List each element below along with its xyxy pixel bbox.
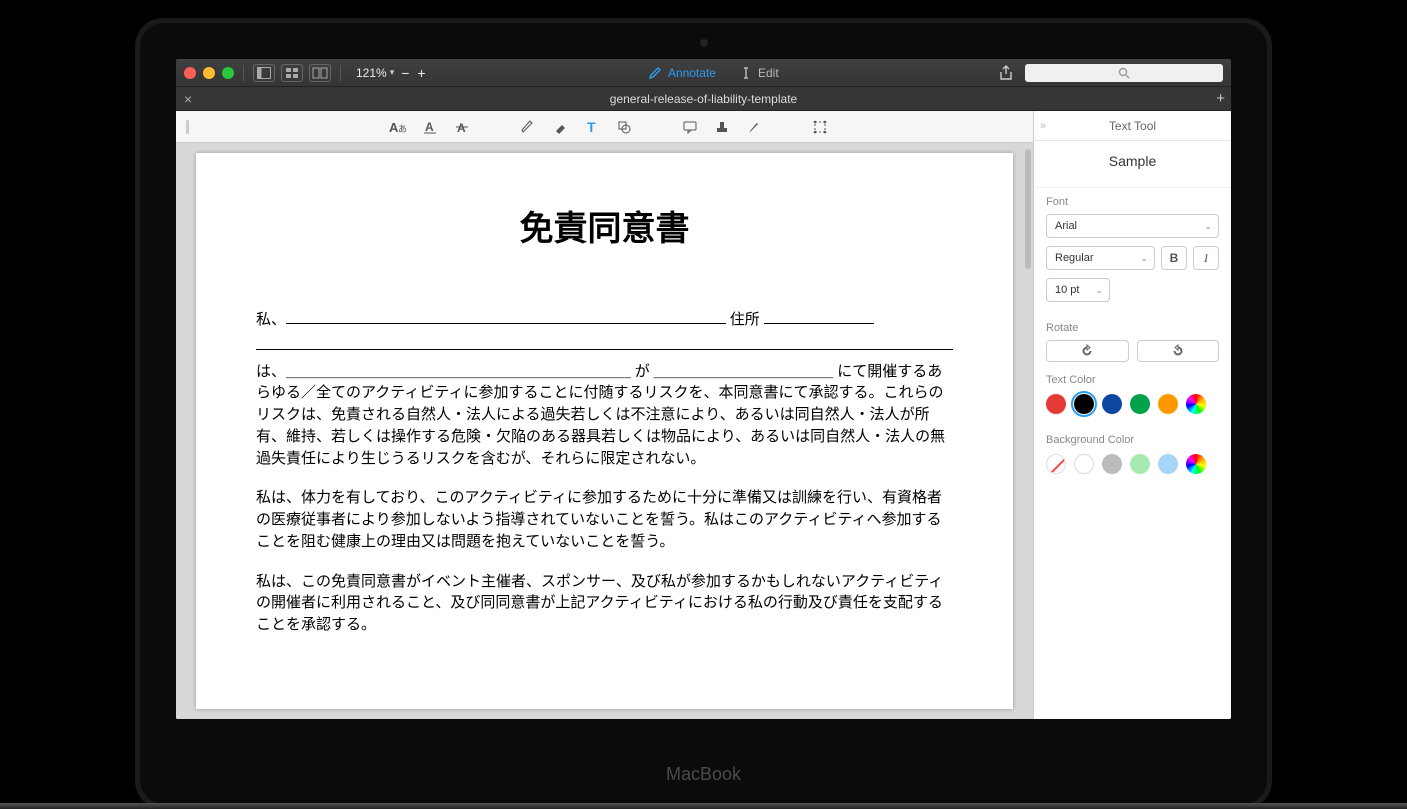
text-style-icon[interactable]: Aあ (388, 117, 408, 137)
document-paragraph-2: 私は、体力を有しており、このアクティビティに参加するために十分に準備又は訓練を行… (256, 488, 953, 553)
rotate-cw-icon (1171, 344, 1185, 358)
window-zoom-icon[interactable] (222, 67, 234, 79)
share-icon[interactable] (997, 64, 1015, 82)
eraser-icon[interactable] (550, 117, 570, 137)
annotate-toolbar: Aあ A A (176, 111, 1033, 143)
svg-text:T: T (587, 120, 596, 134)
zoom-out-button[interactable]: − (397, 65, 413, 81)
color-picker-swatch[interactable] (1186, 394, 1206, 414)
note-icon[interactable] (680, 117, 700, 137)
camera-icon (700, 39, 708, 47)
laptop-brand: MacBook (666, 756, 741, 785)
chevron-down-icon: ⌄ (1204, 221, 1212, 232)
shape-tool-icon[interactable] (614, 117, 634, 137)
text-tool-icon[interactable]: T (582, 117, 602, 137)
document-paragraph-1: は、＿＿＿＿＿＿＿＿＿＿＿＿＿＿＿＿＿＿＿＿＿＿＿ が ＿＿＿＿＿＿＿＿＿＿＿＿… (256, 362, 953, 471)
rotate-cw-button[interactable] (1137, 340, 1220, 362)
zoom-level[interactable]: 121% (356, 66, 387, 80)
stamp-icon[interactable] (712, 117, 732, 137)
chevron-down-icon[interactable]: ▾ (387, 67, 398, 78)
pencil-icon (648, 66, 662, 80)
eyedropper-icon[interactable] (744, 117, 764, 137)
font-section-label: Font (1046, 196, 1219, 208)
bg-color-swatches (1046, 452, 1219, 482)
underline-icon[interactable]: A (420, 117, 440, 137)
document-line-1: 私、 住所 (256, 310, 953, 332)
text-color-swatch[interactable] (1102, 394, 1122, 414)
inspector-panel: » Text Tool Sample Font Arial⌄ Regular⌄ (1033, 111, 1231, 719)
collapse-panel-icon[interactable]: » (1040, 120, 1046, 132)
strikethrough-icon[interactable]: A (452, 117, 472, 137)
font-size-select[interactable]: 10 pt⌄ (1046, 278, 1110, 302)
top-toolbar: 121% ▾ − + Annotate Edit (176, 59, 1231, 87)
chevron-down-icon: ⌄ (1140, 253, 1148, 264)
svg-text:A: A (425, 120, 434, 134)
bg-color-swatch[interactable] (1130, 454, 1150, 474)
bold-button[interactable]: B (1161, 246, 1187, 270)
edit-label: Edit (758, 66, 779, 80)
pdf-page: 免責同意書 私、 住所 は、＿＿＿＿＿＿＿＿＿＿＿＿＿＿＿＿＿＿＿＿＿＿＿ が … (196, 153, 1013, 709)
document-heading: 免責同意書 (256, 201, 953, 250)
thumbnails-icon[interactable] (281, 64, 303, 82)
zoom-in-button[interactable]: + (413, 65, 429, 81)
laptop-base-bar (0, 803, 1407, 809)
bg-color-swatch[interactable] (1046, 454, 1066, 474)
color-picker-swatch[interactable] (1186, 454, 1206, 474)
toolbar-grip-icon (186, 120, 189, 134)
annotate-label: Annotate (668, 66, 716, 80)
font-family-select[interactable]: Arial⌄ (1046, 214, 1219, 238)
document-viewport[interactable]: 免責同意書 私、 住所 は、＿＿＿＿＿＿＿＿＿＿＿＿＿＿＿＿＿＿＿＿＿＿＿ が … (176, 143, 1033, 719)
search-input[interactable] (1025, 64, 1223, 82)
laptop-frame: 121% ▾ − + Annotate Edit (135, 18, 1272, 809)
bg-color-label: Background Color (1046, 434, 1219, 446)
vertical-scrollbar[interactable] (1025, 149, 1031, 713)
tab-close-icon[interactable]: × (184, 91, 192, 107)
app-window: 121% ▾ − + Annotate Edit (176, 59, 1231, 719)
window-minimize-icon[interactable] (203, 67, 215, 79)
document-paragraph-3: 私は、この免責同意書がイベント主催者、スポンサー、及び私が参加するかもしれないア… (256, 572, 953, 637)
annotate-mode-button[interactable]: Annotate (648, 66, 716, 80)
text-cursor-icon (740, 66, 752, 80)
rotate-section-label: Rotate (1046, 322, 1219, 334)
text-color-swatch[interactable] (1158, 394, 1178, 414)
window-close-icon[interactable] (184, 67, 196, 79)
rotate-ccw-icon (1080, 344, 1094, 358)
two-page-icon[interactable] (309, 64, 331, 82)
text-color-label: Text Color (1046, 374, 1219, 386)
draw-tool-icon[interactable] (518, 117, 538, 137)
tab-bar: × general-release-of-liability-template … (176, 87, 1231, 111)
rotate-ccw-button[interactable] (1046, 340, 1129, 362)
document-line-2 (256, 336, 953, 358)
chevron-down-icon: ⌄ (1095, 285, 1103, 296)
sidebar-toggle-icon[interactable] (253, 64, 275, 82)
add-tab-button[interactable]: + (1216, 90, 1225, 107)
svg-text:あ: あ (398, 124, 407, 134)
selection-icon[interactable] (810, 117, 830, 137)
bg-color-swatch[interactable] (1158, 454, 1178, 474)
inspector-title: Text Tool (1109, 119, 1156, 133)
font-style-select[interactable]: Regular⌄ (1046, 246, 1155, 270)
italic-button[interactable]: I (1193, 246, 1219, 270)
bg-color-swatch[interactable] (1074, 454, 1094, 474)
edit-mode-button[interactable]: Edit (740, 66, 779, 80)
text-color-swatch[interactable] (1130, 394, 1150, 414)
text-color-swatch[interactable] (1074, 394, 1094, 414)
text-color-swatches (1046, 392, 1219, 422)
tab-title: general-release-of-liability-template (610, 92, 797, 106)
search-icon (1118, 67, 1130, 79)
text-color-swatch[interactable] (1046, 394, 1066, 414)
bg-color-swatch[interactable] (1102, 454, 1122, 474)
sample-preview: Sample (1034, 141, 1231, 188)
